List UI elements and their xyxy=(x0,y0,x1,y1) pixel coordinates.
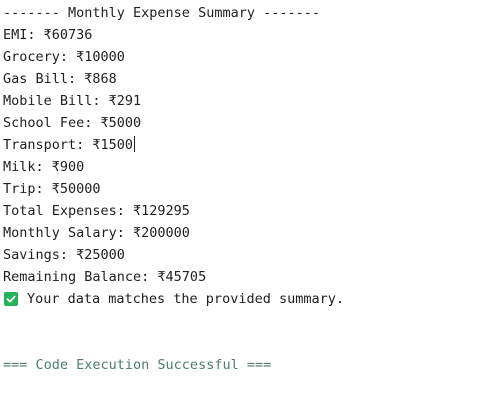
output-line-transport-row: Transport: ₹1500 xyxy=(3,134,484,156)
output-line-remaining-balance: Remaining Balance: ₹45705 xyxy=(3,269,207,285)
output-line-trip: Trip: ₹50000 xyxy=(3,181,101,197)
summary-header: ------- Monthly Expense Summary ------- xyxy=(3,5,320,21)
output-line-savings: Savings: ₹25000 xyxy=(3,247,125,263)
output-line-monthly-salary: Monthly Salary: ₹200000 xyxy=(3,225,190,241)
match-message: Your data matches the provided summary. xyxy=(27,291,344,307)
output-line-emi: EMI: ₹60736 xyxy=(3,27,93,43)
match-message-row: Your data matches the provided summary. xyxy=(3,288,484,310)
execution-status: === Code Execution Successful === xyxy=(3,357,272,373)
check-mark-icon xyxy=(6,295,16,303)
output-line-mobile-bill: Mobile Bill: ₹291 xyxy=(3,93,142,109)
text-cursor xyxy=(134,136,136,152)
output-line-total-expenses: Total Expenses: ₹129295 xyxy=(3,203,190,219)
console-output[interactable]: ------- Monthly Expense Summary ------- … xyxy=(0,0,484,400)
output-line-gas-bill: Gas Bill: ₹868 xyxy=(3,71,117,87)
output-line-school-fee: School Fee: ₹5000 xyxy=(3,115,142,131)
check-box-icon xyxy=(4,292,18,306)
output-line-grocery: Grocery: ₹10000 xyxy=(3,49,125,65)
output-line-transport: Transport: ₹1500 xyxy=(3,137,134,153)
blank-space xyxy=(3,310,484,354)
output-line-milk: Milk: ₹900 xyxy=(3,159,85,175)
